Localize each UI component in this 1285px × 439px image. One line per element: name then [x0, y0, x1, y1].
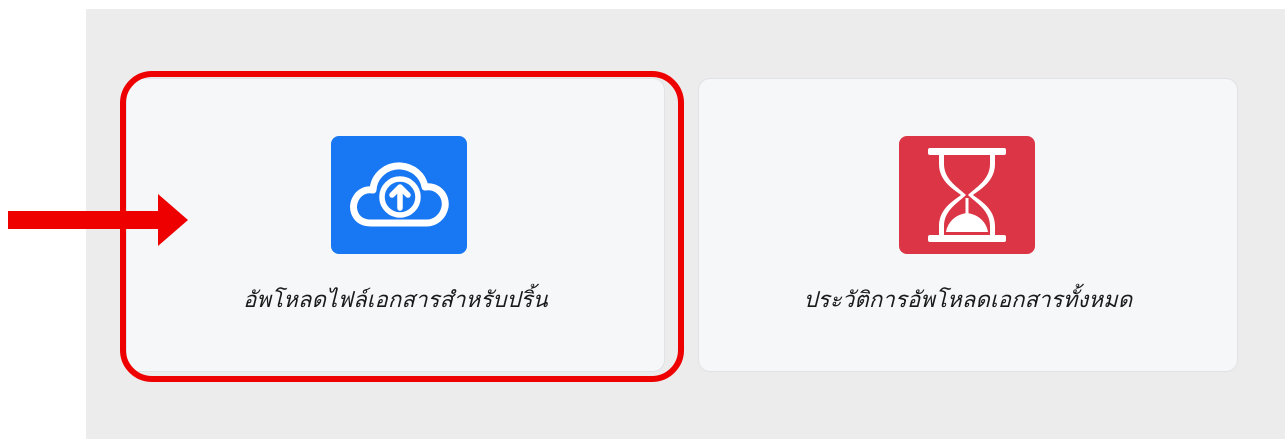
history-icon-tile [899, 136, 1035, 254]
upload-icon-tile [331, 136, 467, 254]
upload-document-card[interactable]: อัพโหลดไฟล์เอกสารสำหรับปริ้น [126, 78, 665, 372]
upload-card-label: อัพโหลดไฟล์เอกสารสำหรับปริ้น [243, 288, 548, 313]
cloud-upload-icon [350, 162, 449, 227]
hourglass-icon [928, 148, 1006, 242]
pointer-arrow-icon [8, 194, 188, 246]
page: อัพโหลดไฟล์เอกสารสำหรับปริ้น ประวัติการอ… [0, 0, 1285, 439]
history-card-label: ประวัติการอัพโหลดเอกสารทั้งหมด [803, 288, 1133, 313]
upload-history-card[interactable]: ประวัติการอัพโหลดเอกสารทั้งหมด [698, 78, 1238, 372]
